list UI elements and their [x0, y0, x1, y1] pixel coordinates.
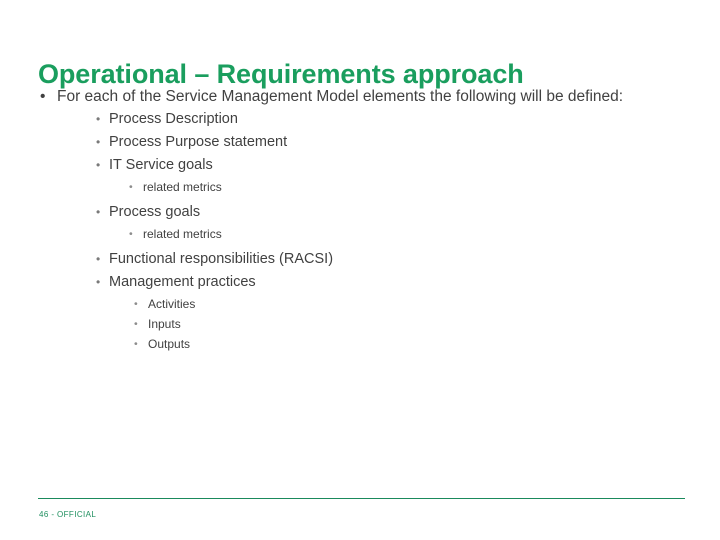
list-item-label: IT Service goals [109, 157, 213, 173]
bullet-list-level-2-a: • Process Description • Process Purpose … [38, 108, 688, 177]
list-item-label: Outputs [148, 337, 191, 351]
bullet-list-level-1: • For each of the Service Management Mod… [38, 86, 688, 107]
bullet-glyph-icon: • [134, 298, 138, 310]
list-item-level-1: • For each of the Service Management Mod… [38, 86, 688, 107]
list-item-label: For each of the Service Management Model… [57, 88, 624, 105]
list-item-label: Functional responsibilities (RACSI) [109, 251, 334, 267]
list-item-related-metrics: • related metrics [113, 224, 688, 244]
list-item-process-purpose-statement: • Process Purpose statement [74, 131, 688, 154]
bullet-glyph-icon: • [134, 318, 138, 330]
list-item-label: Process goals [109, 204, 201, 220]
bullet-glyph-icon: • [96, 112, 101, 126]
bullet-list-level-2-b: • Functional responsibilities (RACSI) • … [38, 248, 688, 294]
list-item-management-practices: • Management practices [74, 271, 688, 294]
bullet-glyph-icon: • [96, 252, 101, 266]
bullet-list-level-3-practices: • Activities • Inputs • Outputs [38, 294, 688, 354]
list-item-it-service-goals: • IT Service goals [74, 154, 688, 177]
bullet-list-level-2-process-goals: • Process goals [38, 201, 688, 224]
list-item-label: related metrics [143, 180, 222, 194]
list-item-activities: • Activities [118, 294, 688, 314]
list-item-label: Management practices [109, 274, 256, 290]
list-item-label: Activities [148, 297, 196, 311]
list-item-label: related metrics [143, 227, 222, 241]
bullet-glyph-icon: • [40, 88, 46, 105]
bullet-glyph-icon: • [96, 275, 101, 289]
footer-divider [38, 498, 685, 499]
bullet-glyph-icon: • [96, 135, 101, 149]
list-item-functional-responsibilities: • Functional responsibilities (RACSI) [74, 248, 688, 271]
bullet-glyph-icon: • [96, 205, 101, 219]
list-item-label: Inputs [148, 317, 181, 331]
list-item-outputs: • Outputs [118, 334, 688, 354]
list-item-label: Process Description [109, 111, 238, 127]
slide-body: • For each of the Service Management Mod… [38, 86, 688, 354]
list-item-inputs: • Inputs [118, 314, 688, 334]
list-item-process-goals: • Process goals [74, 201, 688, 224]
footer-slide-number-and-classification: 46 - OFFICIAL [39, 510, 97, 519]
bullet-list-level-3-metrics-a: • related metrics [38, 177, 688, 197]
slide-canvas: Operational – Requirements approach • Fo… [0, 0, 720, 540]
bullet-glyph-icon: • [129, 181, 133, 193]
list-item-label: Process Purpose statement [109, 134, 288, 150]
bullet-glyph-icon: • [129, 228, 133, 240]
list-item-related-metrics: • related metrics [113, 177, 688, 197]
bullet-glyph-icon: • [134, 338, 138, 350]
bullet-glyph-icon: • [96, 158, 101, 172]
list-item-process-description: • Process Description [74, 108, 688, 131]
bullet-list-level-3-metrics-b: • related metrics [38, 224, 688, 244]
